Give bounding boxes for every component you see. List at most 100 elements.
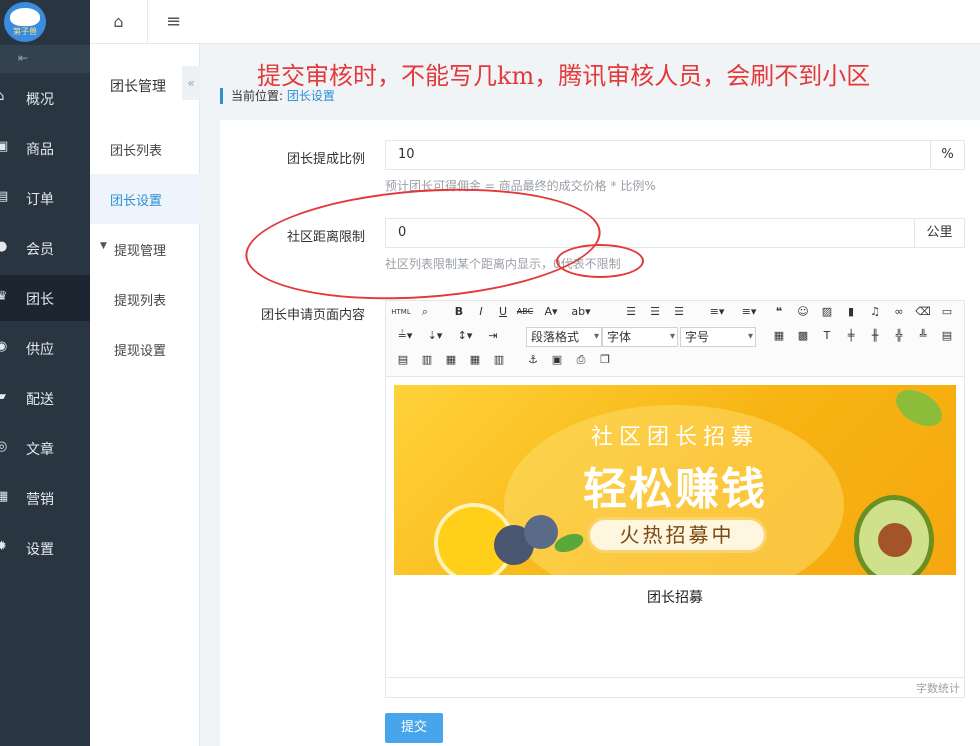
- sidebar-item-members[interactable]: ● 会员: [0, 225, 90, 271]
- align-center-icon[interactable]: ☰: [646, 303, 664, 321]
- commission-input[interactable]: 10: [385, 140, 931, 170]
- bold-icon[interactable]: B: [450, 303, 468, 321]
- print-icon[interactable]: ⎙: [572, 351, 590, 369]
- emoji-icon[interactable]: ☺: [794, 303, 812, 321]
- subnav-item-label: 团长设置: [110, 194, 163, 209]
- line-height-icon[interactable]: ≟▾: [392, 327, 418, 345]
- merge-right-icon[interactable]: ▤: [394, 351, 412, 369]
- editor-caption: 团长招募: [647, 590, 703, 606]
- sidebar-item-goods[interactable]: ▣ 商品: [0, 125, 90, 171]
- indent-icon[interactable]: ⇥: [484, 327, 502, 345]
- breadcrumb-current[interactable]: 团长设置: [287, 89, 335, 103]
- insert-col-icon[interactable]: ╬: [890, 327, 908, 345]
- italic-icon[interactable]: I: [472, 303, 490, 321]
- delete-col-icon[interactable]: ╩: [914, 327, 932, 345]
- logo[interactable]: 第子兽: [4, 2, 46, 42]
- insert-table-icon[interactable]: ▩: [794, 327, 812, 345]
- top-header: ⌂ ≡: [90, 0, 980, 44]
- box-icon: ▣: [0, 139, 9, 154]
- link-icon[interactable]: ∞: [890, 303, 908, 321]
- eraser-icon[interactable]: ⌫: [914, 303, 932, 321]
- sidebar-item-delivery[interactable]: ▰ 配送: [0, 375, 90, 421]
- quote-icon[interactable]: ❝: [770, 303, 788, 321]
- sidebar-item-leader[interactable]: ♛ 团长: [0, 275, 90, 321]
- split-cells-icon[interactable]: ▦: [442, 351, 460, 369]
- sidebar-item-marketing[interactable]: ▦ 营销: [0, 475, 90, 521]
- insert-image-icon[interactable]: ▣: [548, 351, 566, 369]
- home-icon[interactable]: ⌂: [90, 0, 148, 44]
- blueberry-icon: [524, 515, 558, 549]
- highlight-icon[interactable]: ab▾: [568, 303, 594, 321]
- subnav-item-withdraw-list[interactable]: 提现列表: [90, 274, 200, 324]
- compass-icon: ◎: [0, 439, 8, 454]
- distance-unit: 公里: [914, 218, 965, 248]
- fullscreen-icon[interactable]: ▭: [938, 303, 956, 321]
- crown-icon: ♛: [0, 289, 8, 304]
- subnav-item-label: 提现列表: [114, 294, 167, 309]
- truck-icon: ▰: [0, 389, 6, 404]
- paragraph-format-select[interactable]: 段落格式: [526, 327, 602, 347]
- sidebar-item-settings[interactable]: ✹ 设置: [0, 525, 90, 571]
- image-icon[interactable]: ▨: [818, 303, 836, 321]
- users-icon: ●: [0, 239, 8, 254]
- sidebar-item-articles[interactable]: ◎ 文章: [0, 425, 90, 471]
- content-label: 团长申请页面内容: [260, 308, 365, 323]
- subnav-item-label: 提现设置: [114, 344, 167, 359]
- subnav-item-withdraw-manage[interactable]: ▼ 提现管理: [90, 224, 200, 274]
- video-icon[interactable]: ▮: [842, 303, 860, 321]
- unordered-list-icon[interactable]: ≡▾: [736, 303, 762, 321]
- split-rows-icon[interactable]: ▦: [466, 351, 484, 369]
- submit-button[interactable]: 提交: [385, 713, 443, 743]
- anchor-icon[interactable]: ⚓: [524, 351, 542, 369]
- breadcrumb: 当前位置: 团长设置: [220, 88, 335, 104]
- avocado-seed-icon: [878, 523, 912, 557]
- sidebar-item-supply[interactable]: ◉ 供应: [0, 325, 90, 371]
- insert-row-icon[interactable]: ╪: [842, 327, 860, 345]
- table-title-icon[interactable]: T: [818, 327, 836, 345]
- preview-icon[interactable]: ⌕: [416, 303, 434, 321]
- subnav-item-label: 团长列表: [110, 144, 163, 159]
- menu-icon[interactable]: ≡: [166, 11, 181, 32]
- font-color-icon[interactable]: A▾: [538, 303, 564, 321]
- secondary-sidebar: 团长管理 « 团长列表 团长设置 ▼ 提现管理 提现列表 提现设置: [90, 44, 200, 746]
- delete-row-icon[interactable]: ╫: [866, 327, 884, 345]
- gift-icon: ▦: [0, 489, 9, 504]
- subnav-title: 团长管理: [110, 79, 166, 95]
- split-cols-icon[interactable]: ▥: [490, 351, 508, 369]
- subnav-item-leader-list[interactable]: 团长列表: [90, 124, 200, 174]
- main-sidebar: 第子兽 ⇤ ⌂ 概况 ▣ 商品 ▤ 订单 ● 会员 ♛ 团长 ◉ 供应 ▰ 配送…: [0, 0, 90, 746]
- recruit-banner-image: 社区团长招募 轻松赚钱 火热招募中: [394, 385, 956, 575]
- rich-text-editor[interactable]: HTML ⌕ B I U ABC A▾ ab▾ ☰ ☰ ☰ ≡▾ ≡▾ ❝ ☺ …: [385, 300, 965, 698]
- table-icon[interactable]: ▦: [770, 327, 788, 345]
- sidebar-collapse-bar[interactable]: ⇤: [0, 45, 90, 73]
- sidebar-item-label: 概况: [26, 92, 54, 108]
- ordered-list-icon[interactable]: ≡▾: [704, 303, 730, 321]
- align-right-icon[interactable]: ☰: [670, 303, 688, 321]
- annotation-text: 提交审核时，不能写几km，腾讯审核人员，会刷不到小区: [257, 62, 871, 90]
- sidebar-item-label: 商品: [26, 142, 54, 158]
- music-icon[interactable]: ♫: [866, 303, 884, 321]
- sidebar-item-label: 设置: [26, 542, 54, 558]
- sidebar-item-overview[interactable]: ⌂ 概况: [0, 75, 90, 121]
- subnav-collapse-button[interactable]: «: [182, 66, 200, 100]
- home-icon: ⌂: [0, 89, 5, 104]
- strikethrough-icon[interactable]: ABC: [516, 303, 534, 321]
- paragraph-spacing-icon[interactable]: ⇣▾: [422, 327, 448, 345]
- commission-label: 团长提成比例: [286, 152, 365, 167]
- html-source-button[interactable]: HTML: [390, 303, 412, 321]
- banner-pill: 火热招募中: [587, 517, 767, 553]
- font-size-select[interactable]: 字号: [680, 327, 756, 347]
- align-left-icon[interactable]: ☰: [622, 303, 640, 321]
- template-icon[interactable]: ❐: [596, 351, 614, 369]
- sidebar-item-label: 订单: [26, 192, 54, 208]
- underline-icon[interactable]: U: [494, 303, 512, 321]
- merge-down-icon[interactable]: ▥: [418, 351, 436, 369]
- row-spacing-icon[interactable]: ↕▾: [452, 327, 478, 345]
- merge-cells-icon[interactable]: ▤: [938, 327, 956, 345]
- subnav-item-withdraw-settings[interactable]: 提现设置: [90, 324, 200, 374]
- font-family-select[interactable]: 字体: [602, 327, 678, 347]
- gear-icon: ✹: [0, 539, 7, 554]
- sidebar-item-orders[interactable]: ▤ 订单: [0, 175, 90, 221]
- subnav-item-leader-settings[interactable]: 团长设置: [90, 174, 200, 224]
- sidebar-item-label: 配送: [26, 392, 54, 408]
